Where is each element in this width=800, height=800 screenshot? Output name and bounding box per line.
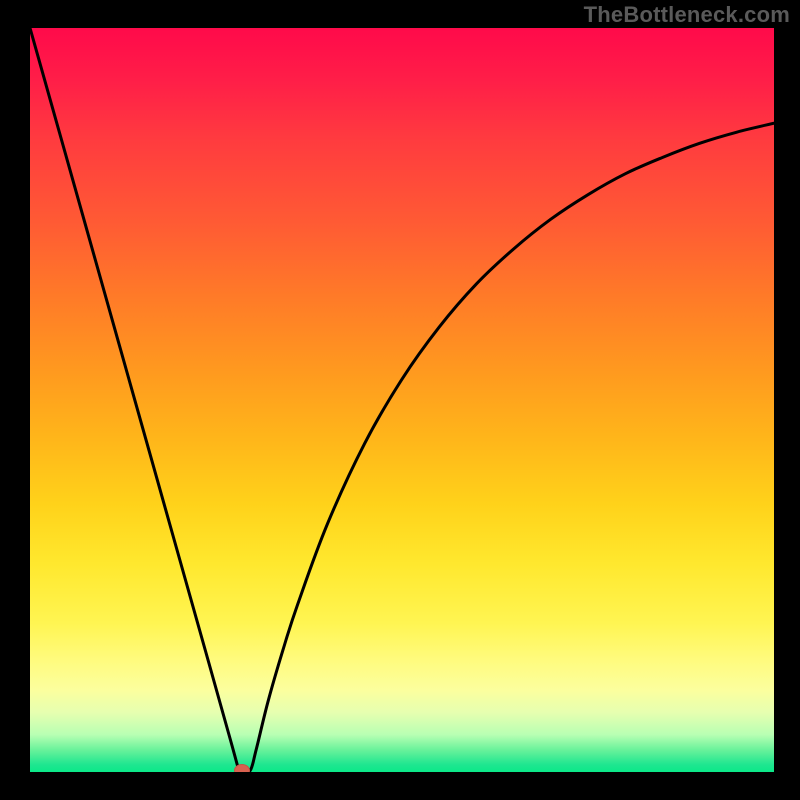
plot-area [30, 28, 774, 772]
bottleneck-curve [30, 28, 774, 772]
notch-marker [234, 764, 250, 772]
watermark-text: TheBottleneck.com [584, 2, 790, 28]
chart-container: TheBottleneck.com [0, 0, 800, 800]
curve-svg [30, 28, 774, 772]
